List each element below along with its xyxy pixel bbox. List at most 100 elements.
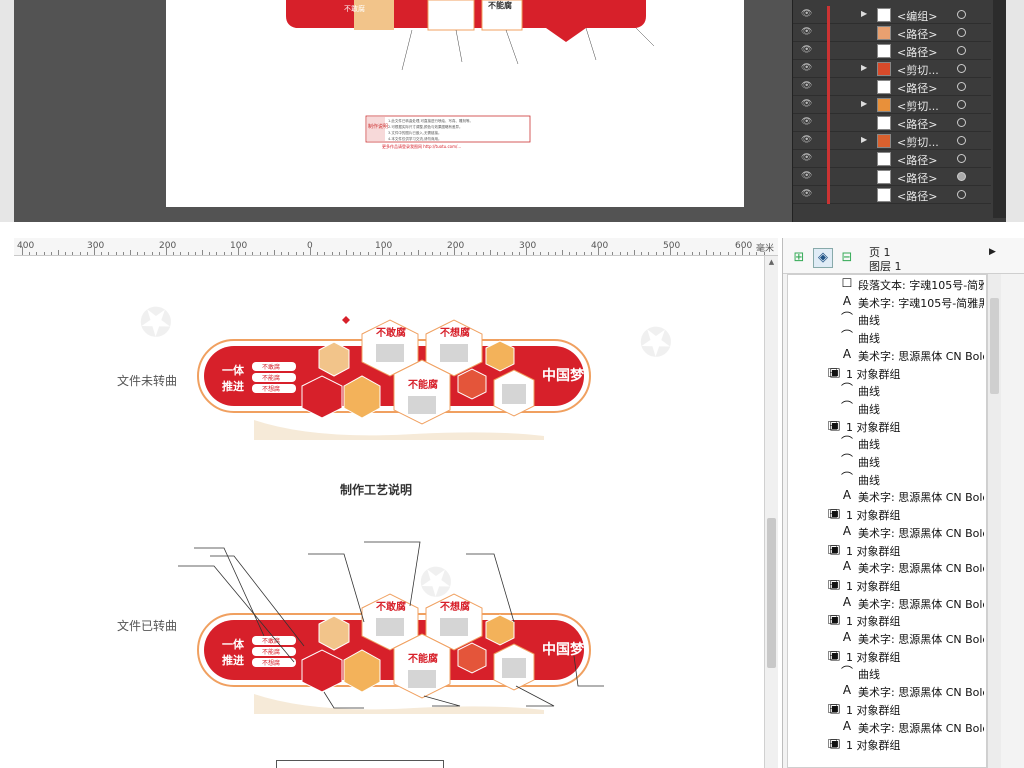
layer-row[interactable]: 👁 ▶ <剪切... xyxy=(793,60,991,78)
object-row[interactable]: ⌒ 曲线 xyxy=(788,664,984,682)
edit-across-layers-icon[interactable]: ◈ xyxy=(813,248,833,268)
visibility-eye-icon[interactable]: 👁 xyxy=(801,100,813,109)
layer-row[interactable]: 👁 ▶ <剪切... xyxy=(793,96,991,114)
hex-card-3-text xyxy=(408,396,436,414)
scroll-up-icon[interactable]: ▲ xyxy=(767,258,776,266)
object-row[interactable]: A 美术字: 思源黑体 CN Bold (正 xyxy=(788,487,984,505)
target-circle-icon[interactable] xyxy=(957,28,966,37)
layer-row[interactable]: 👁 <路径> xyxy=(793,42,991,60)
visibility-eye-icon[interactable]: 👁 xyxy=(801,46,813,55)
target-circle-icon[interactable] xyxy=(957,190,966,199)
hex-photo-1 xyxy=(318,615,350,651)
ruler-tick xyxy=(713,252,715,255)
layer-thumbnail xyxy=(877,26,891,40)
object-row[interactable]: + ▣ 1 对象群组 xyxy=(788,364,984,382)
object-row[interactable]: + ▣ 1 对象群组 xyxy=(788,541,984,559)
show-properties-icon[interactable]: ⊞ xyxy=(789,248,809,268)
object-row[interactable]: + ▣ 1 对象群组 xyxy=(788,505,984,523)
layer-row[interactable]: 👁 <路径> xyxy=(793,150,991,168)
board-label-a: 不敢腐 xyxy=(344,4,365,13)
ruler-tick xyxy=(533,252,535,255)
curve-icon: ⌒ xyxy=(840,329,853,344)
layer-row[interactable]: 👁 <路径> xyxy=(793,168,991,186)
object-row[interactable]: + ▣ 1 对象群组 xyxy=(788,417,984,435)
object-row[interactable]: A 美术字: 思源黑体 CN Bold (正 xyxy=(788,682,984,700)
object-label: 美术字: 思源黑体 CN Bold (正 xyxy=(858,633,984,646)
expand-triangle-icon[interactable]: ▶ xyxy=(861,9,867,18)
visibility-eye-icon[interactable]: 👁 xyxy=(801,154,813,163)
target-circle-icon[interactable] xyxy=(957,154,966,163)
object-row[interactable]: A 美术字: 思源黑体 CN Bold (正 xyxy=(788,558,984,576)
object-row[interactable]: + ▣ 1 对象群组 xyxy=(788,647,984,665)
visibility-eye-icon[interactable]: 👁 xyxy=(801,190,813,199)
object-tree[interactable]: ☐段落文本: 字魂105号-简雅黑 (正A美术字: 字魂105号-简雅黑 (正⌒… xyxy=(787,274,987,768)
visibility-eye-icon[interactable]: 👁 xyxy=(801,10,813,19)
ruler-label: 300 xyxy=(519,241,537,251)
object-row[interactable]: ⌒ 曲线 xyxy=(788,381,984,399)
ruler-tick xyxy=(187,252,189,255)
layer-thumbnail xyxy=(877,134,891,148)
expand-triangle-icon[interactable]: ▶ xyxy=(861,63,867,72)
object-row[interactable]: + ▣ 1 对象群组 xyxy=(788,576,984,594)
target-circle-icon[interactable] xyxy=(957,46,966,55)
panel-menu-arrow-icon[interactable]: ▶ xyxy=(989,247,996,257)
curve-icon: ⌒ xyxy=(840,382,853,397)
layers-scrollbar[interactable] xyxy=(993,0,1006,218)
object-row[interactable]: ⌒ 曲线 xyxy=(788,328,984,346)
illustrator-canvas[interactable]: 不敢腐 不能腐 制作说明 1.此文件已转曲处理,可直接进行喷绘、写真、雕刻等。 … xyxy=(14,0,792,222)
object-label: 1 对象群组 xyxy=(846,650,901,664)
layer-manager-view-icon[interactable]: ⊟ xyxy=(837,248,857,268)
object-row[interactable]: A 美术字: 思源黑体 CN Bold (正 xyxy=(788,629,984,647)
canvas-vertical-scrollbar[interactable]: ▲ xyxy=(764,256,778,768)
layer-row[interactable]: 👁 <路径> xyxy=(793,186,991,204)
scrollbar-thumb[interactable] xyxy=(767,518,776,668)
target-circle-icon[interactable] xyxy=(957,82,966,91)
target-circle-icon[interactable] xyxy=(957,118,966,127)
callout-line-2 xyxy=(455,29,463,63)
object-row[interactable]: ⌒ 曲线 xyxy=(788,470,984,488)
object-row[interactable]: ☐ 段落文本: 字魂105号-简雅黑 (正 xyxy=(788,275,984,293)
object-row[interactable]: A 美术字: 思源黑体 CN Bold (正 xyxy=(788,346,984,364)
layer-row[interactable]: 👁 <路径> xyxy=(793,78,991,96)
object-label: 美术字: 思源黑体 CN Bold (正 xyxy=(858,562,984,576)
wall-board-unconverted[interactable]: 一体 推进 不敢腐 不能腐 不想腐 不敢腐 不想腐 不能腐 中国梦 xyxy=(194,316,594,442)
object-row[interactable]: + ▣ 1 对象群组 xyxy=(788,735,984,753)
visibility-eye-icon[interactable]: 👁 xyxy=(801,64,813,73)
object-manager-toolbar: ⊞ ◈ ⊟ 页 1 图层 1 ▶ xyxy=(783,238,1024,274)
object-row[interactable]: ⌒ 曲线 xyxy=(788,452,984,470)
object-row[interactable]: ⌒ 曲线 xyxy=(788,310,984,328)
layer-row[interactable]: 👁 <路径> xyxy=(793,114,991,132)
scrollbar-thumb[interactable] xyxy=(990,298,999,394)
object-row[interactable]: + ▣ 1 对象群组 xyxy=(788,700,984,718)
object-row[interactable]: A 美术字: 思源黑体 CN Bold (正 xyxy=(788,594,984,612)
visibility-eye-icon[interactable]: 👁 xyxy=(801,172,813,181)
wall-board-converted[interactable]: 一体 推进 不敢腐 不能腐 不想腐 不敢腐 不想腐 不能腐 中国梦 xyxy=(174,536,614,716)
target-circle-icon[interactable] xyxy=(957,10,966,19)
coreldraw-canvas[interactable]: 400 300 200 100 0 100 200 300 400 500 60… xyxy=(14,238,778,768)
expand-triangle-icon[interactable]: ▶ xyxy=(861,135,867,144)
visibility-eye-icon[interactable]: 👁 xyxy=(801,136,813,145)
visibility-eye-icon[interactable]: 👁 xyxy=(801,28,813,37)
ruler-tick xyxy=(389,252,391,255)
layer-row[interactable]: 👁 ▶ <剪切... xyxy=(793,132,991,150)
object-row[interactable]: A 美术字: 思源黑体 CN Bold (正 xyxy=(788,523,984,541)
target-circle-icon[interactable] xyxy=(957,172,966,181)
object-row[interactable]: A 美术字: 思源黑体 CN Bold (正 xyxy=(788,718,984,736)
object-row[interactable]: ⌒ 曲线 xyxy=(788,399,984,417)
object-tree-scrollbar[interactable] xyxy=(987,274,1001,768)
visibility-eye-icon[interactable]: 👁 xyxy=(801,82,813,91)
note-line-2: 2.可根据实际尺寸调整,颜色与效果图略有差异。 xyxy=(388,124,462,129)
expand-triangle-icon[interactable]: ▶ xyxy=(861,99,867,108)
artboard-preview-svg: 不敢腐 不能腐 制作说明 1.此文件已转曲处理,可直接进行喷绘、写真、雕刻等。 … xyxy=(286,0,655,149)
visibility-eye-icon[interactable]: 👁 xyxy=(801,118,813,127)
ruler-tick xyxy=(619,252,621,255)
layer-row[interactable]: 👁 <路径> xyxy=(793,24,991,42)
target-circle-icon[interactable] xyxy=(957,136,966,145)
layer-row[interactable]: 👁 ▶ <编组> xyxy=(793,6,991,24)
target-circle-icon[interactable] xyxy=(957,100,966,109)
object-row[interactable]: + ▣ 1 对象群组 xyxy=(788,611,984,629)
object-row[interactable]: A 美术字: 字魂105号-简雅黑 (正 xyxy=(788,293,984,311)
object-row[interactable]: ⌒ 曲线 xyxy=(788,434,984,452)
ruler-tick xyxy=(382,247,383,255)
target-circle-icon[interactable] xyxy=(957,64,966,73)
